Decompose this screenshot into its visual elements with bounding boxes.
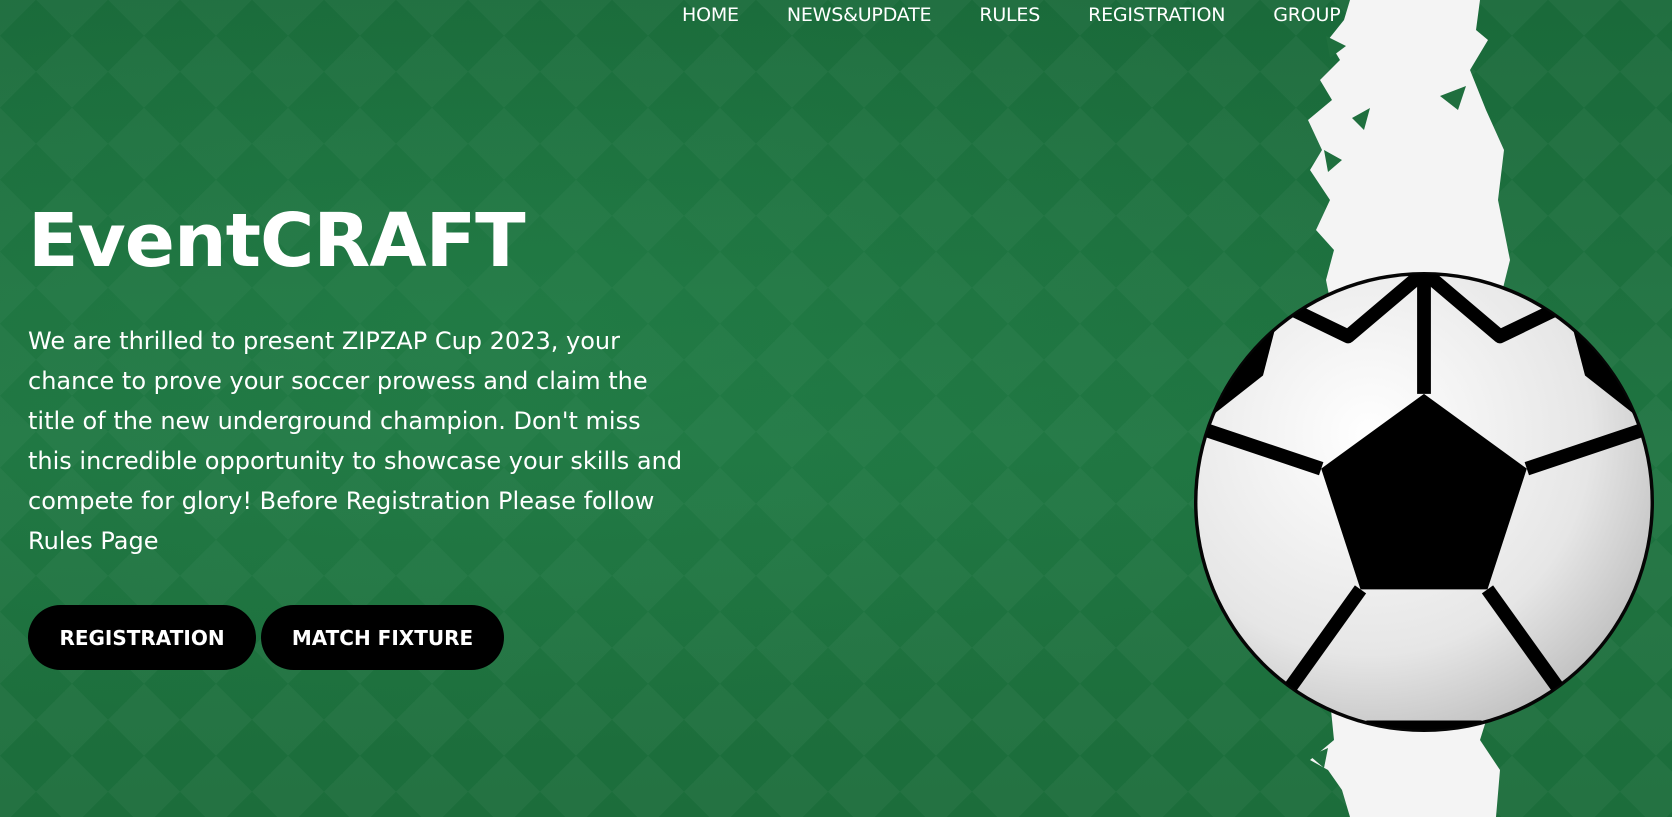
match-fixture-button[interactable]: MATCH FIXTURE <box>261 605 504 670</box>
nav-news-update[interactable]: NEWS&UPDATE <box>787 4 932 26</box>
nav-group[interactable]: GROUP <box>1273 4 1340 26</box>
registration-button[interactable]: REGISTRATION <box>28 605 256 670</box>
hero-section: HOME NEWS&UPDATE RULES REGISTRATION GROU… <box>0 0 1672 817</box>
nav-rules[interactable]: RULES <box>979 4 1040 26</box>
hero-buttons: REGISTRATION MATCH FIXTURE <box>28 605 504 670</box>
soccer-ball-icon <box>1194 272 1654 732</box>
nav-home[interactable]: HOME <box>682 4 739 26</box>
hero-description: We are thrilled to present ZIPZAP Cup 20… <box>28 327 683 555</box>
nav-registration[interactable]: REGISTRATION <box>1088 4 1225 26</box>
page-title: EventCRAFT <box>28 198 526 284</box>
top-navigation: HOME NEWS&UPDATE RULES REGISTRATION GROU… <box>682 0 1388 30</box>
